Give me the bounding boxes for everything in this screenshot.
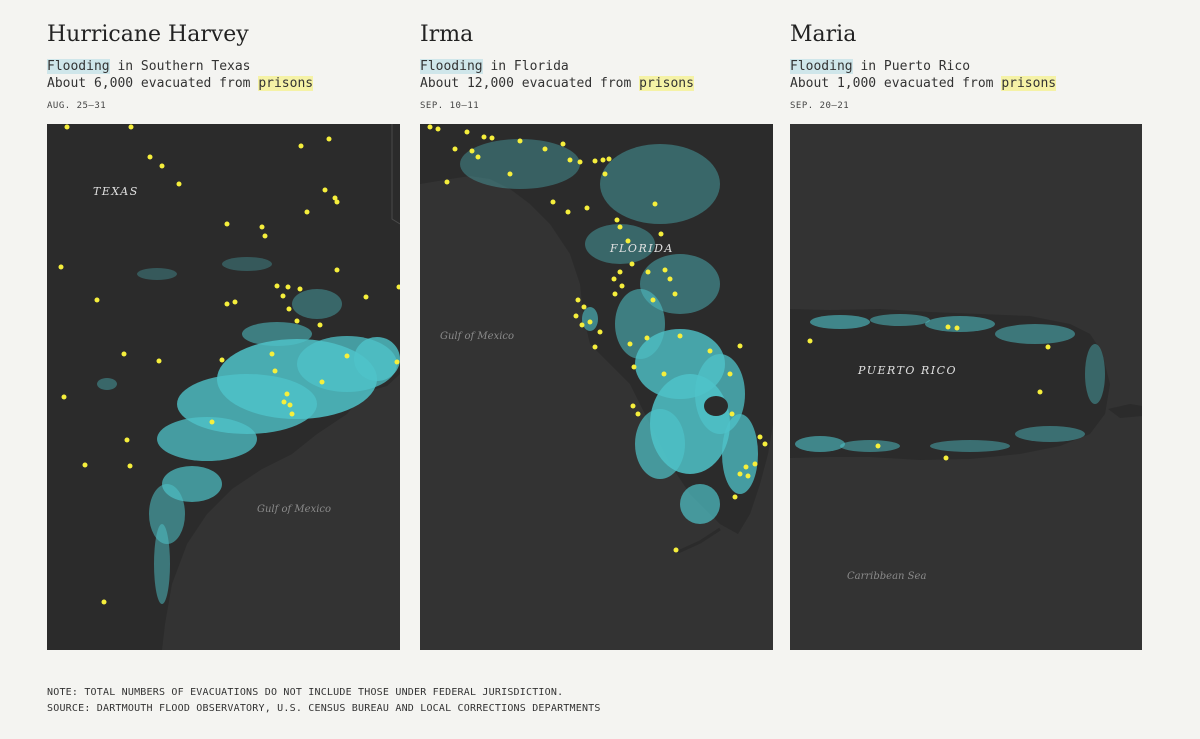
water-label: Carribbean Sea — [847, 571, 926, 582]
prisons-highlight: prisons — [1001, 76, 1057, 91]
flooding-highlight: Flooding — [420, 59, 483, 74]
map-puerto-rico: PUERTO RICO Carribbean Sea — [790, 124, 1142, 650]
region-label: TEXAS — [93, 185, 139, 198]
evacuation-subtitle: About 1,000 evacuated from prisons — [790, 76, 1057, 91]
water-label: Gulf of Mexico — [440, 331, 514, 342]
evacuation-subtitle: About 6,000 evacuated from prisons — [47, 76, 314, 91]
date-range: SEP. 10–11 — [420, 101, 480, 111]
evacuation-text: About 12,000 evacuated from — [420, 76, 640, 91]
flooding-subtitle: Flooding in Puerto Rico — [790, 59, 970, 74]
map-florida: FLORIDA Gulf of Mexico — [420, 124, 773, 650]
flooding-location: in Puerto Rico — [852, 59, 971, 74]
source-note: SOURCE: DARTMOUTH FLOOD OBSERVATORY, U.S… — [47, 703, 601, 714]
flooding-subtitle: Flooding in Southern Texas — [47, 59, 251, 74]
evacuation-subtitle: About 12,000 evacuated from prisons — [420, 76, 694, 91]
date-range: SEP. 20–21 — [790, 101, 850, 111]
date-range: AUG. 25–31 — [47, 101, 107, 111]
flooding-highlight: Flooding — [790, 59, 853, 74]
water-label: Gulf of Mexico — [257, 504, 331, 515]
prisons-highlight: prisons — [258, 76, 314, 91]
map-texas: TEXAS Gulf of Mexico — [47, 124, 400, 650]
flooding-location: in Southern Texas — [109, 59, 251, 74]
panel-title: Maria — [790, 22, 857, 47]
region-label: PUERTO RICO — [857, 364, 957, 377]
prisons-highlight: prisons — [639, 76, 694, 91]
region-label: FLORIDA — [609, 242, 674, 255]
panel-title: Irma — [420, 22, 474, 47]
flooding-highlight: Flooding — [47, 59, 110, 74]
evacuation-text: About 6,000 evacuated from — [47, 76, 259, 91]
flooding-location: in Florida — [482, 59, 569, 74]
evacuation-text: About 1,000 evacuated from — [790, 76, 1002, 91]
lake-okeechobee — [704, 396, 728, 416]
footnote: NOTE: TOTAL NUMBERS OF EVACUATIONS DO NO… — [47, 687, 564, 698]
flooding-subtitle: Flooding in Florida — [420, 59, 569, 74]
panel-title: Hurricane Harvey — [47, 22, 249, 47]
